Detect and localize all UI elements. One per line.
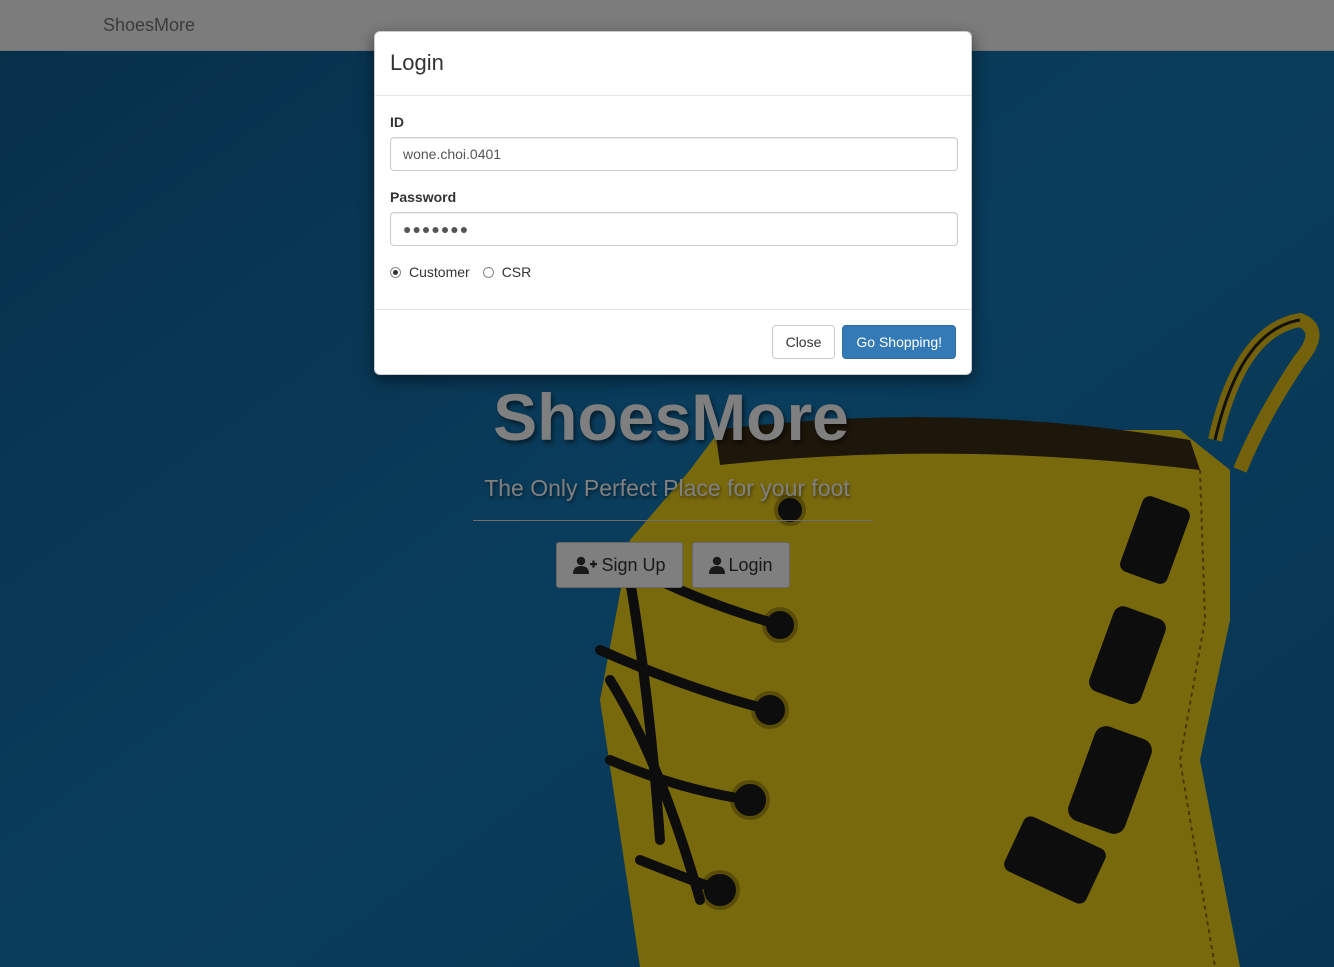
- modal-footer: Close Go Shopping!: [375, 310, 971, 374]
- customer-radio-label: Customer: [409, 264, 470, 280]
- password-label: Password: [390, 189, 457, 205]
- role-radio-group: Customer CSR: [390, 264, 956, 280]
- modal-body: ID Password Customer CSR: [375, 96, 971, 310]
- role-option-csr[interactable]: CSR: [482, 264, 532, 280]
- page: ShoesMore ShoesMore The Only Perfect Pla…: [0, 0, 1334, 967]
- csr-radio[interactable]: [482, 266, 494, 278]
- customer-radio[interactable]: [390, 266, 401, 278]
- modal-title: Login: [390, 50, 444, 75]
- id-input[interactable]: [390, 137, 958, 171]
- id-label: ID: [390, 114, 404, 130]
- csr-radio-label: CSR: [501, 264, 532, 280]
- close-button[interactable]: Close: [771, 325, 836, 359]
- radio-selected-dot: [393, 269, 398, 275]
- role-option-customer[interactable]: Customer: [390, 264, 470, 280]
- modal-header: Login: [375, 32, 971, 96]
- go-shopping-button[interactable]: Go Shopping!: [842, 325, 956, 359]
- password-input[interactable]: [390, 212, 958, 246]
- login-modal: Login ID Password Customer CSR Close: [374, 31, 972, 375]
